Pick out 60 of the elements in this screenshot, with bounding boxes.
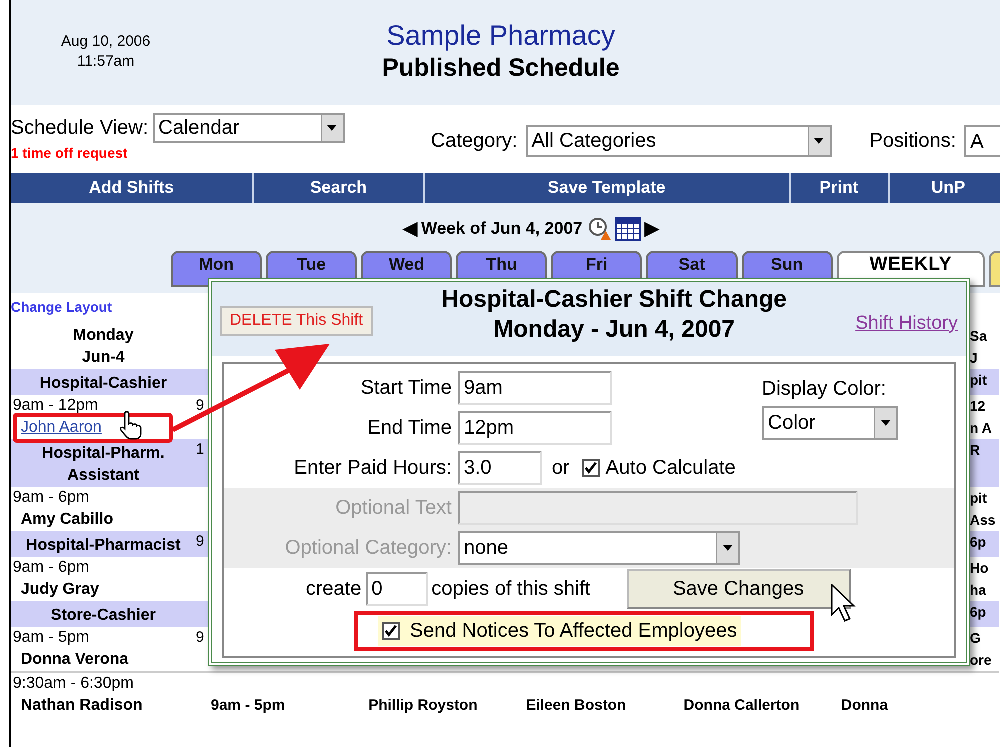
- table-cell: [196, 601, 209, 627]
- schedule-view-select[interactable]: Calendar: [152, 113, 344, 143]
- date-text: Aug 10, 2006: [61, 32, 151, 52]
- schedule-cell-text: Eileen Boston: [526, 696, 628, 716]
- or-text: or: [552, 456, 570, 481]
- schedule-fragment: R: [969, 439, 999, 487]
- schedule-fragment: 6p: [969, 601, 999, 627]
- change-layout-link[interactable]: Change Layout: [11, 297, 112, 317]
- alarm-clock-icon[interactable]: [586, 216, 613, 242]
- position-label: Hospital-Pharmacist: [11, 531, 196, 557]
- schedule-fragment: pit: [969, 369, 999, 395]
- schedule-cell-text: 9am - 5pm: [211, 696, 286, 716]
- category-select[interactable]: All Categories: [526, 125, 832, 157]
- dialog-date: Monday - Jun 4, 2007: [494, 315, 736, 345]
- optional-text-field[interactable]: [458, 491, 858, 525]
- create-label: create: [306, 577, 362, 602]
- time-off-notice: 1 time off request: [11, 145, 129, 161]
- field-label: Optional Text: [334, 496, 453, 521]
- previous-week-button[interactable]: ◀: [402, 219, 418, 239]
- calendar-icon[interactable]: [614, 217, 641, 241]
- position-label: Hospital-Cashier: [11, 369, 196, 395]
- dialog-title: Hospital-Cashier Shift Change: [442, 286, 788, 314]
- schedule-view-label: Schedule View:: [11, 116, 148, 141]
- shift-time-fragment: 9: [196, 531, 209, 557]
- positions-label: Positions:: [870, 129, 956, 154]
- schedule-subtitle: Published Schedule: [382, 53, 620, 84]
- schedule-cell-text: Donna Callerton: [684, 696, 801, 716]
- field-label: Optional Category:: [284, 536, 453, 561]
- schedule-cell-text: Phillip Royston: [368, 696, 479, 716]
- pharmacy-title: Sample Pharmacy: [386, 20, 616, 52]
- schedule-cell-text: Donna: [841, 696, 890, 716]
- checkbox[interactable]: [582, 459, 600, 477]
- mouse-pointer-icon: [830, 584, 857, 624]
- save-changes-button[interactable]: Save Changes: [626, 569, 851, 609]
- display-color-label: Display Color:: [762, 377, 888, 402]
- copies-label: copies of this shift: [432, 577, 591, 602]
- position-label: Hospital-Pharm. Assistant: [11, 439, 196, 487]
- positions-select[interactable]: A: [964, 125, 1000, 157]
- display-color-select[interactable]: Color: [762, 406, 898, 440]
- end-time-field[interactable]: 12pm: [458, 411, 612, 445]
- time-text: 11:57am: [77, 52, 135, 72]
- category-label: Category:: [431, 129, 518, 154]
- paid-hours-field[interactable]: 3.0: [458, 451, 542, 485]
- field-label: Start Time: [360, 376, 453, 401]
- delete-shift-button[interactable]: DELETE This Shift: [220, 306, 374, 336]
- field-label: End Time: [366, 416, 453, 441]
- week-label: Week of Jun 4, 2007: [421, 218, 583, 240]
- shift-history-link[interactable]: Shift History: [856, 310, 958, 338]
- send-notices-option[interactable]: Send Notices To Affected Employees: [378, 616, 742, 646]
- table-cell: [196, 369, 209, 395]
- copies-field[interactable]: 0: [366, 572, 428, 606]
- next-week-button[interactable]: ▶: [644, 219, 660, 239]
- shift-time-fragment: 1: [196, 439, 209, 487]
- field-label: Enter Paid Hours:: [293, 456, 453, 481]
- position-label: Store-Cashier: [11, 601, 196, 627]
- schedule-fragment: 6p: [969, 531, 999, 557]
- auto-calculate-label: Auto Calculate: [606, 456, 736, 481]
- employee-link[interactable]: John Aaron: [21, 417, 102, 439]
- start-time-field[interactable]: 9am: [458, 371, 612, 405]
- checkbox[interactable]: [382, 622, 400, 640]
